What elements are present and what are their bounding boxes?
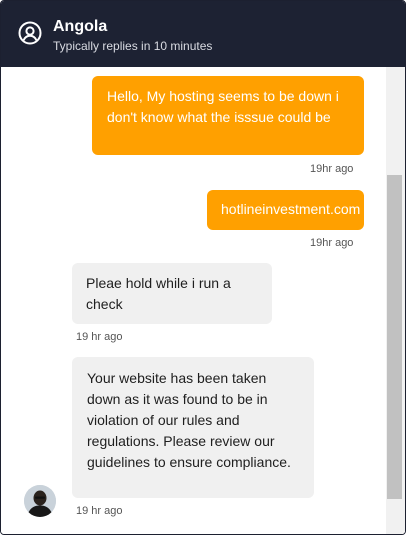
outgoing-message: Hello, My hosting seems to be down i don… [92,76,364,155]
scrollbar-thumb[interactable] [387,175,402,499]
agent-avatar [24,485,56,517]
scrollbar-track[interactable] [386,67,405,534]
chat-widget: Angola Typically replies in 10 minutes H… [0,0,406,535]
message-text: hotlineinvestment.com [221,201,361,217]
message-text: Pleae hold while i run a check [86,275,231,312]
message-list: Hello, My hosting seems to be down i don… [1,67,405,534]
message-timestamp: 19hr ago [310,237,354,249]
message-timestamp: 19 hr ago [76,331,123,343]
incoming-message: Your website has been taken down as it w… [72,357,314,498]
message-text: Hello, My hosting seems to be down i don… [107,88,339,125]
message-timestamp: 19 hr ago [76,505,123,517]
message-timestamp: 19hr ago [310,163,354,175]
reply-time-status: Typically replies in 10 minutes [53,39,213,53]
agent-name: Angola [53,18,108,35]
message-text: Your website has been taken down as it w… [87,370,291,470]
incoming-message: Pleae hold while i run a check [72,263,272,324]
agent-photo [24,485,56,517]
outgoing-message: hotlineinvestment.com [207,190,364,230]
user-circle-icon [18,21,42,45]
chat-header: Angola Typically replies in 10 minutes [1,1,405,67]
